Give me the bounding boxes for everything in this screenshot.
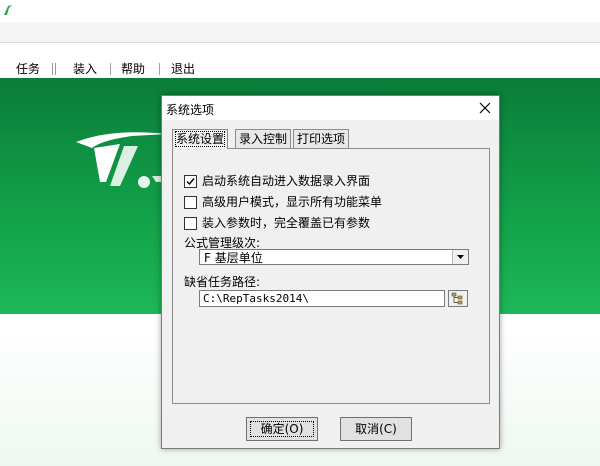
tab-print-options[interactable]: 打印选项 — [293, 129, 350, 148]
menu-grip — [52, 63, 58, 75]
menu-separator — [110, 63, 111, 75]
system-options-dialog: 系统选项 系统设置 录入控制 打印选项 启动系统自动进入数据录入界面 高级用户模… — [161, 95, 500, 449]
close-icon[interactable] — [477, 100, 493, 116]
ok-label: 确定(O) — [247, 418, 317, 440]
window-titlebar — [0, 0, 600, 22]
tab-label: 打印选项 — [297, 132, 346, 146]
menubar: 任务 装入 帮助 退出 — [0, 58, 600, 78]
tab-label: 录入控制 — [239, 132, 288, 146]
menu-item-help[interactable]: 帮助 — [121, 61, 145, 77]
task-path-input[interactable]: C:\RepTasks2014\ — [199, 290, 445, 307]
option-label: 启动系统自动进入数据录入界面 — [202, 174, 371, 188]
tab-panel: 启动系统自动进入数据录入界面 高级用户模式，显示所有功能菜单 装入参数时，完全覆… — [172, 148, 490, 404]
checkmark-icon — [186, 178, 195, 186]
checkbox[interactable] — [184, 175, 197, 188]
tab-input-control[interactable]: 录入控制 — [235, 129, 292, 148]
formula-level-value: F 基层单位 — [204, 251, 263, 265]
checkbox[interactable] — [184, 217, 197, 230]
tab-system-settings[interactable]: 系统设置 — [172, 129, 229, 149]
folder-tree-icon — [451, 292, 463, 305]
cancel-button[interactable]: 取消(C) — [340, 417, 412, 441]
cancel-label: 取消(C) — [355, 422, 397, 436]
window-header-band — [0, 22, 600, 43]
menu-item-load[interactable]: 装入 — [73, 61, 97, 77]
app-icon — [4, 5, 12, 15]
browse-button[interactable] — [448, 290, 468, 307]
dialog-titlebar: 系统选项 — [162, 96, 499, 120]
checkbox[interactable] — [184, 196, 197, 209]
chevron-down-icon — [457, 255, 464, 259]
dialog-title: 系统选项 — [166, 103, 215, 117]
ok-button[interactable]: 确定(O) — [246, 417, 318, 441]
dropdown-button[interactable] — [452, 250, 468, 264]
menu-separator — [159, 63, 160, 75]
option-label: 装入参数时，完全覆盖已有参数 — [202, 216, 371, 230]
formula-level-select[interactable]: F 基层单位 — [199, 249, 469, 265]
menu-item-exit[interactable]: 退出 — [171, 61, 195, 77]
tab-label: 系统设置 — [174, 131, 226, 147]
menu-item-task[interactable]: 任务 — [16, 61, 40, 77]
option-label: 高级用户模式，显示所有功能菜单 — [202, 195, 383, 209]
company-logo — [76, 132, 168, 188]
task-path-label: 缺省任务路径: — [184, 275, 261, 289]
